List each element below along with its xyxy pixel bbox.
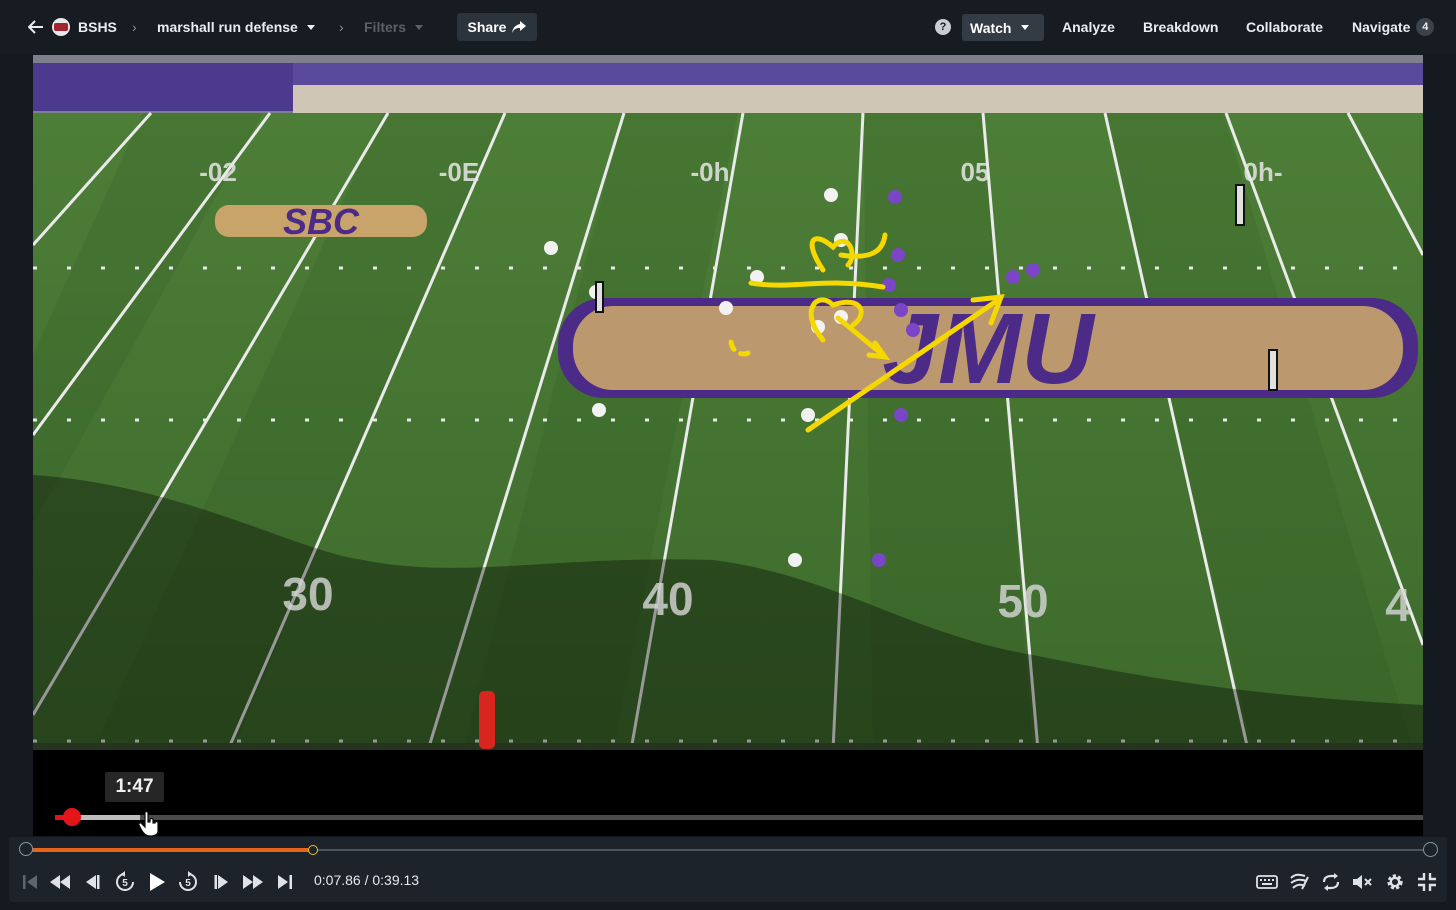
nav-analyze[interactable]: Analyze — [1062, 0, 1115, 54]
play-button[interactable] — [145, 870, 169, 894]
help-icon[interactable]: ? — [935, 19, 951, 35]
svg-text:5: 5 — [122, 878, 128, 889]
exit-fullscreen-icon — [1418, 873, 1436, 891]
top-bar: BSHS › marshall run defense › Filters Sh… — [0, 0, 1456, 54]
down-marker — [479, 691, 495, 749]
yard-number-far-40: -0h — [691, 157, 730, 187]
step-back-icon — [86, 875, 100, 889]
loop-button[interactable] — [1319, 870, 1343, 894]
mute-button[interactable] — [1351, 870, 1375, 894]
skip-to-start-button[interactable] — [18, 870, 42, 894]
hand-cursor-icon — [138, 811, 159, 837]
breadcrumb-chevron-icon: › — [339, 19, 344, 35]
keyboard-icon — [1256, 875, 1278, 889]
conference-logo: SBC — [215, 201, 427, 242]
conference-logo-text: SBC — [283, 201, 360, 242]
arrow-left-icon — [28, 20, 43, 34]
step-forward-button[interactable] — [210, 870, 234, 894]
share-button[interactable]: Share — [457, 13, 537, 41]
nav-collaborate[interactable]: Collaborate — [1246, 0, 1323, 54]
embedded-progress-track — [55, 815, 1423, 820]
nav-navigate[interactable]: Navigate 4 — [1352, 0, 1435, 54]
caret-down-icon — [306, 24, 315, 30]
caret-down-icon — [415, 24, 424, 30]
yard-number-near-40: 40 — [642, 573, 693, 625]
yard-number-far-20: -02 — [199, 157, 237, 187]
keyboard-shortcuts-button[interactable] — [1255, 870, 1279, 894]
exit-fullscreen-button[interactable] — [1415, 870, 1439, 894]
skip-to-start-icon — [23, 875, 37, 889]
settings-button[interactable] — [1383, 870, 1407, 894]
yard-number-far-30: -0E — [439, 157, 479, 187]
timeline-progress — [27, 848, 313, 852]
yard-number-near-30: 30 — [282, 568, 333, 620]
back-button[interactable] — [28, 0, 44, 54]
playlist-dropdown[interactable]: marshall run defense — [157, 0, 315, 54]
skip-to-end-icon — [278, 875, 292, 889]
share-label: Share — [467, 19, 507, 35]
fast-forward-icon — [243, 875, 263, 889]
filters-dropdown[interactable]: Filters — [364, 0, 424, 54]
svg-text:5: 5 — [185, 878, 191, 889]
nav-breakdown[interactable]: Breakdown — [1143, 0, 1218, 54]
watch-label: Watch — [970, 19, 1012, 36]
yard-number-near-50: 50 — [997, 575, 1048, 627]
step-forward-icon — [214, 875, 228, 889]
playlist-name: marshall run defense — [157, 19, 298, 35]
team-selector[interactable]: BSHS — [52, 0, 117, 54]
volume-muted-icon — [1353, 875, 1372, 889]
step-back-button[interactable] — [80, 870, 104, 894]
fast-forward-button[interactable] — [241, 870, 265, 894]
timeline-end-handle[interactable] — [1423, 842, 1438, 857]
timeline-start-handle[interactable] — [19, 842, 33, 856]
team-logo-icon — [52, 18, 70, 36]
replay-5-icon: 5 — [116, 871, 134, 891]
yard-number-far-50: 05 — [961, 157, 990, 187]
play-icon — [150, 873, 165, 891]
rewind-button[interactable] — [48, 870, 72, 894]
time-display: 0:07.86 / 0:39.13 — [314, 872, 420, 888]
nav-navigate-label: Navigate — [1352, 19, 1411, 35]
share-arrow-icon — [512, 21, 527, 33]
embedded-progress-knob — [63, 808, 81, 826]
filters-label: Filters — [364, 19, 407, 35]
back-5s-button[interactable]: 5 — [113, 870, 137, 894]
endzone-logo-text: JMU — [882, 293, 1096, 405]
rewind-icon — [50, 875, 70, 889]
telestrate-button[interactable] — [1287, 870, 1311, 894]
football-field-frame: JMU SBC -02 -0E -0h 05 0h- 30 40 50 4 — [33, 55, 1423, 750]
skip-to-end-button[interactable] — [273, 870, 297, 894]
purple-sideline-wall — [33, 63, 293, 111]
forward-5s-button[interactable]: 5 — [176, 870, 200, 894]
yard-number-far-40b: 0h- — [1244, 157, 1283, 187]
team-name: BSHS — [78, 19, 117, 35]
gear-icon — [1387, 874, 1403, 890]
caret-down-icon — [1021, 25, 1030, 30]
video-frame[interactable]: JMU SBC -02 -0E -0h 05 0h- 30 40 50 4 — [33, 55, 1423, 750]
telestrate-icon — [1290, 873, 1309, 890]
breadcrumb-chevron-icon: › — [132, 19, 137, 35]
yard-number-near-40b: 4 — [1385, 579, 1411, 631]
watch-dropdown[interactable]: Watch — [962, 14, 1044, 41]
embedded-player-band — [33, 750, 1423, 836]
timeline-playhead[interactable] — [308, 845, 318, 855]
navigate-count-badge: 4 — [1416, 18, 1435, 36]
loop-icon — [1322, 873, 1340, 891]
embedded-timestamp-tooltip: 1:47 — [105, 772, 164, 802]
forward-5-icon: 5 — [179, 871, 197, 891]
